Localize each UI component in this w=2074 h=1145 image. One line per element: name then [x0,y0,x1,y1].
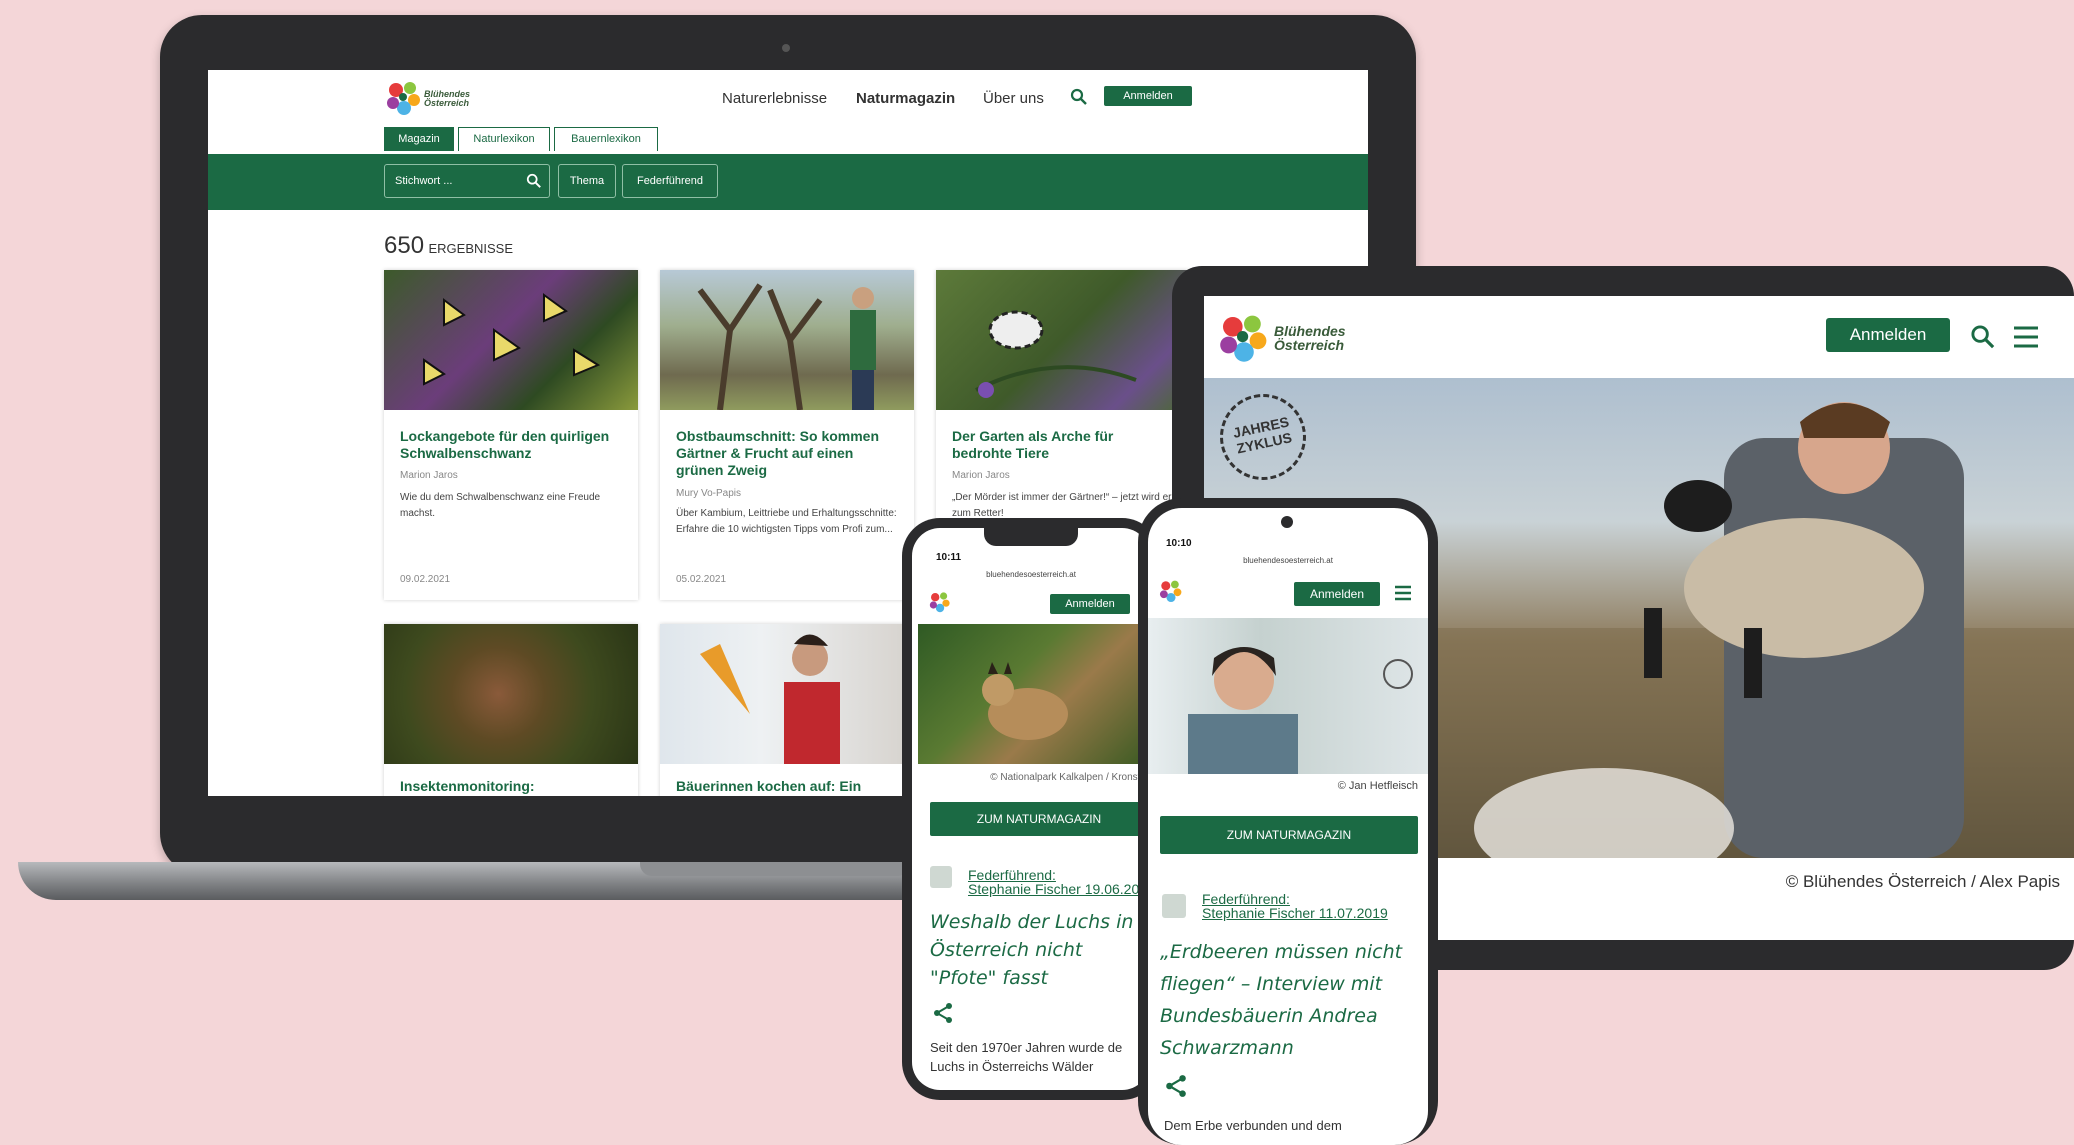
card-text: Über Kambium, Leittriebe und Erhaltungss… [676,508,897,535]
front-camera [1281,516,1293,528]
card-image-butterflies [384,270,638,410]
article-card[interactable]: Insektenmonitoring: [384,624,638,796]
portrait-image [1148,618,1428,774]
nav-naturmagazin[interactable]: Naturmagazin [856,90,955,107]
butterfly-icon [423,293,601,386]
phone-right-screen: 10:10 bluehendesoesterreich.at Anmelden … [1148,508,1428,1145]
results-label: ERGEBNISSE [428,241,514,256]
card-text: Wie du dem Schwalbenschwanz eine Freude … [400,492,601,519]
nav-ueber-uns[interactable]: Über uns [983,90,1044,107]
laptop-camera [782,44,790,52]
card-image-spider [384,624,638,764]
card-image-butterfly [936,270,1190,410]
article-title[interactable]: Weshalb der Luchs in Österreich nicht "P… [930,908,1146,992]
zum-naturmagazin-button[interactable]: ZUM NATURMAGAZIN [930,802,1148,836]
card-image-orchard [660,270,914,411]
phone-notch [984,528,1078,546]
article-card[interactable]: Obstbaumschnitt: So kommen Gärtner & Fru… [660,270,914,600]
card-author: Marion Jaros [952,470,1010,481]
card-image-cook [660,624,914,764]
search-icon[interactable] [1070,88,1088,106]
tablet-logo[interactable]: Blühendes Österreich [1216,310,1376,366]
filter-federfuehrend[interactable]: Federführend [622,164,718,198]
share-icon[interactable] [932,1002,954,1024]
status-time: 10:11 [936,552,962,563]
lynx-image [918,624,1150,764]
card-title[interactable]: Der Garten als Arche für bedrohte Tiere [952,428,1176,462]
nav-naturerlebnisse[interactable]: Naturerlebnisse [722,90,827,107]
tab-magazin[interactable]: Magazin [384,127,454,151]
url-bar[interactable]: bluehendesoesterreich.at [1148,556,1428,565]
marbled-white-icon [975,310,1137,398]
article-card[interactable]: Lockangebote für den quirligen Schwalben… [384,270,638,600]
image-credit: © Jan Hetfleisch [1337,780,1418,792]
article-intro: Dem Erbe verbunden und dem [1164,1118,1342,1133]
woman-portrait-illustration [1188,647,1413,774]
tablet-login-button[interactable]: Anmelden [1826,318,1950,352]
filter-bar [208,154,1368,210]
tab-bauernlexikon[interactable]: Bauernlexikon [554,127,658,151]
article-card[interactable]: Bäuerinnen kochen auf: Ein [660,624,914,796]
login-button[interactable]: Anmelden [1050,594,1130,614]
menu-icon[interactable] [2012,324,2040,350]
article-title[interactable]: „Erdbeeren müssen nicht fliegen“ – Inter… [1160,936,1422,1064]
url-bar[interactable]: bluehendesoesterreich.at [912,570,1150,579]
card-title[interactable]: Lockangebote für den quirligen Schwalben… [400,428,624,462]
article-intro: Seit den 1970er Jahren wurde de Luchs in… [930,1040,1123,1074]
tree-icon [697,283,876,411]
status-time: 10:10 [1166,538,1192,549]
card-author: Marion Jaros [400,470,458,481]
logo-line2: Österreich [424,98,470,108]
flower-logo-icon [1220,315,1267,362]
flower-logo-icon[interactable] [928,590,952,614]
login-button[interactable]: Anmelden [1104,86,1192,106]
filter-thema[interactable]: Thema [558,164,616,198]
phone-left-screen: 10:11 bluehendesoesterreich.at Anmelden … [912,528,1150,1090]
cook-icon [700,634,840,764]
flower-logo-icon[interactable] [1158,578,1184,604]
card-date: 05.02.2021 [676,574,727,585]
flower-logo-icon [387,82,420,115]
image-credit: © Blühendes Österreich / Alex Papis [1785,872,2060,891]
card-title[interactable]: Insektenmonitoring: [400,778,624,795]
laptop-notch [640,862,910,876]
menu-icon[interactable] [1394,584,1412,602]
tab-naturlexikon[interactable]: Naturlexikon [458,127,550,151]
author-link[interactable]: Stephanie Fischer 19.06.202 [968,882,1147,896]
card-title[interactable]: Bäuerinnen kochen auf: Ein [676,778,900,795]
results-count: 650 ERGEBNISSE [384,232,513,260]
avatar [930,866,952,888]
image-credit: © Nationalpark Kalkalpen / Kronste [990,772,1146,783]
author-link[interactable]: Stephanie Fischer 11.07.2019 [1202,906,1388,920]
card-author: Mury Vo-Papis [676,488,742,499]
card-date: 09.02.2021 [400,574,451,585]
avatar [1162,894,1186,918]
site-logo[interactable]: Blühendes Österreich [384,78,494,118]
search-icon[interactable] [1970,324,1996,350]
zum-naturmagazin-button[interactable]: ZUM NATURMAGAZIN [1160,816,1418,854]
search-field-icon[interactable] [526,173,542,189]
card-title[interactable]: Obstbaumschnitt: So kommen Gärtner & Fru… [676,428,900,479]
author-lead[interactable]: Federführend: [968,868,1056,882]
author-lead[interactable]: Federführend: [1202,892,1290,906]
share-icon[interactable] [1164,1074,1188,1098]
lynx-illustration [982,662,1068,740]
login-button[interactable]: Anmelden [1294,582,1380,606]
logo-line2: Österreich [1274,337,1345,353]
results-number: 650 [384,232,425,259]
